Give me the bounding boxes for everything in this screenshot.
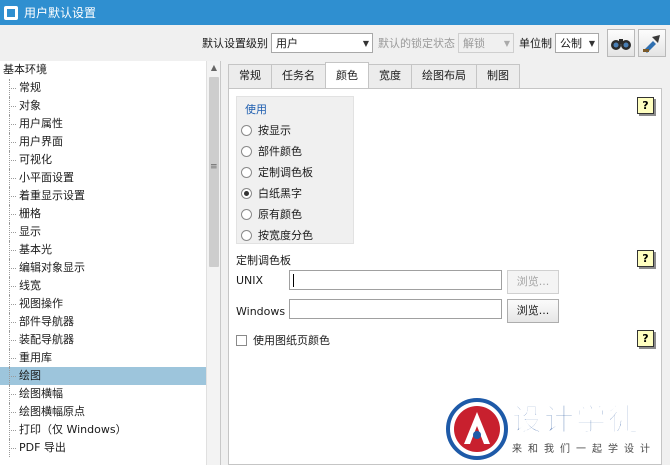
tree-item[interactable]: 可视化 [0,151,220,169]
tab-color[interactable]: 颜色 [325,62,369,88]
tab-strip: 常规 任务名 颜色 宽度 绘图布局 制图 [228,62,520,88]
unit-value: 公制 [560,37,582,50]
watermark-logo-icon [446,398,508,460]
chevron-down-icon: ▼ [588,38,595,48]
title-bar: 用户默认设置 [0,0,670,25]
text-caret [293,274,294,287]
radio-checked-icon[interactable] [241,187,252,199]
use-sheet-color-label: 使用图纸页颜色 [253,334,330,347]
watermark-title: 设计学徒 [512,402,640,438]
checkbox-icon[interactable] [236,334,247,346]
tree-item[interactable]: 基本光 [0,241,220,259]
tree-item[interactable]: 显示 [0,223,220,241]
tree-scrollbar[interactable]: ▲ ≡ [206,61,220,465]
tree-item[interactable]: 重用库 [0,349,220,367]
tree-item[interactable]: PDF 导出 [0,439,220,457]
binoculars-icon [611,39,631,50]
radio-part-color[interactable]: 部件颜色 [241,143,302,159]
tree-item[interactable]: 对象 [0,97,220,115]
import-button[interactable] [638,29,666,57]
radio-by-display[interactable]: 按显示 [241,122,291,138]
use-group: 使用 按显示 部件颜色 定制调色板 白纸黑字 原有颜色 按宽度分色 [236,96,354,244]
import-icon [643,35,660,53]
unit-label: 单位制 [519,37,552,50]
windows-label: Windows [236,305,286,318]
tree-item[interactable]: 小平面设置 [0,169,220,187]
tree-item[interactable]: 编辑对象显示 [0,259,220,277]
settings-tree: 基本环境 常规 对象 用户属性 用户界面 可视化 小平面设置 着重显示设置 栅格… [0,61,221,465]
tree-item-selected[interactable]: 绘图 [0,367,206,385]
help-icon[interactable]: ? [637,250,654,267]
tree-item[interactable]: 用户属性 [0,115,220,133]
radio-icon[interactable] [241,208,252,220]
tree-item[interactable]: 打印（仅 Windows） [0,421,220,439]
unix-browse-button[interactable]: 浏览... [507,270,559,294]
tree-item[interactable]: 装配导航器 [0,331,220,349]
radio-icon[interactable] [241,145,252,157]
help-icon[interactable]: ? [637,97,654,114]
chevron-up-icon[interactable]: ▲ [207,61,220,75]
help-icon[interactable]: ? [637,330,654,347]
radio-original-color[interactable]: 原有颜色 [241,206,302,222]
tree-item[interactable]: 绘图横幅原点 [0,403,220,421]
level-value: 用户 [276,37,298,50]
tree-item[interactable]: 部件导航器 [0,313,220,331]
tree-item[interactable]: 栅格 [0,205,220,223]
unix-label: UNIX [236,274,264,287]
use-sheet-color-row[interactable]: 使用图纸页颜色 [236,332,330,348]
tree-item[interactable]: 着重显示设置 [0,187,220,205]
palette-title: 定制调色板 [236,254,291,267]
tab-drafting[interactable]: 制图 [476,64,520,88]
tab-task-name[interactable]: 任务名 [271,64,326,88]
windows-path-input[interactable] [289,299,502,319]
tree-item[interactable]: 常规 [0,79,220,97]
watermark-subtitle: 来和我们一起学设计 [512,443,656,455]
app-icon [4,5,18,20]
tree-item[interactable]: 绘图横幅 [0,385,220,403]
unix-path-input[interactable] [289,270,502,290]
radio-black-on-white[interactable]: 白纸黑字 [241,185,302,201]
use-group-title: 使用 [245,103,267,116]
radio-custom-palette[interactable]: 定制调色板 [241,164,313,180]
watermark: 设计学徒 来和我们一起学设计 [446,396,661,462]
tab-drawing-layout[interactable]: 绘图布局 [411,64,477,88]
tab-width[interactable]: 宽度 [368,64,412,88]
radio-icon[interactable] [241,124,252,136]
toolbar: 默认设置级别 用户 ▼ 默认的锁定状态 解锁 ▼ 单位制 公制 ▼ [0,25,670,61]
radio-icon[interactable] [241,229,252,241]
tab-general[interactable]: 常规 [228,64,272,88]
level-label: 默认设置级别 [202,37,268,50]
tree-item[interactable]: 视图操作 [0,295,220,313]
find-button[interactable] [607,29,635,57]
window-title: 用户默认设置 [24,6,97,20]
scrollbar-thumb[interactable] [209,77,219,267]
tree-item[interactable]: 线宽 [0,277,220,295]
unit-select[interactable]: 公制 ▼ [555,33,599,53]
tree-item[interactable]: 用户界面 [0,133,220,151]
windows-browse-button[interactable]: 浏览... [507,299,559,323]
level-select[interactable]: 用户 ▼ [271,33,373,53]
radio-by-width[interactable]: 按宽度分色 [241,227,313,243]
tree-root[interactable]: 基本环境 [0,61,220,79]
lock-value: 解锁 [463,37,485,50]
chevron-down-icon: ▼ [503,38,510,48]
radio-icon[interactable] [241,166,252,178]
chevron-down-icon: ▼ [362,38,369,48]
lock-select[interactable]: 解锁 ▼ [458,33,514,53]
grip-icon: ≡ [210,162,218,172]
lock-label: 默认的锁定状态 [378,37,455,50]
